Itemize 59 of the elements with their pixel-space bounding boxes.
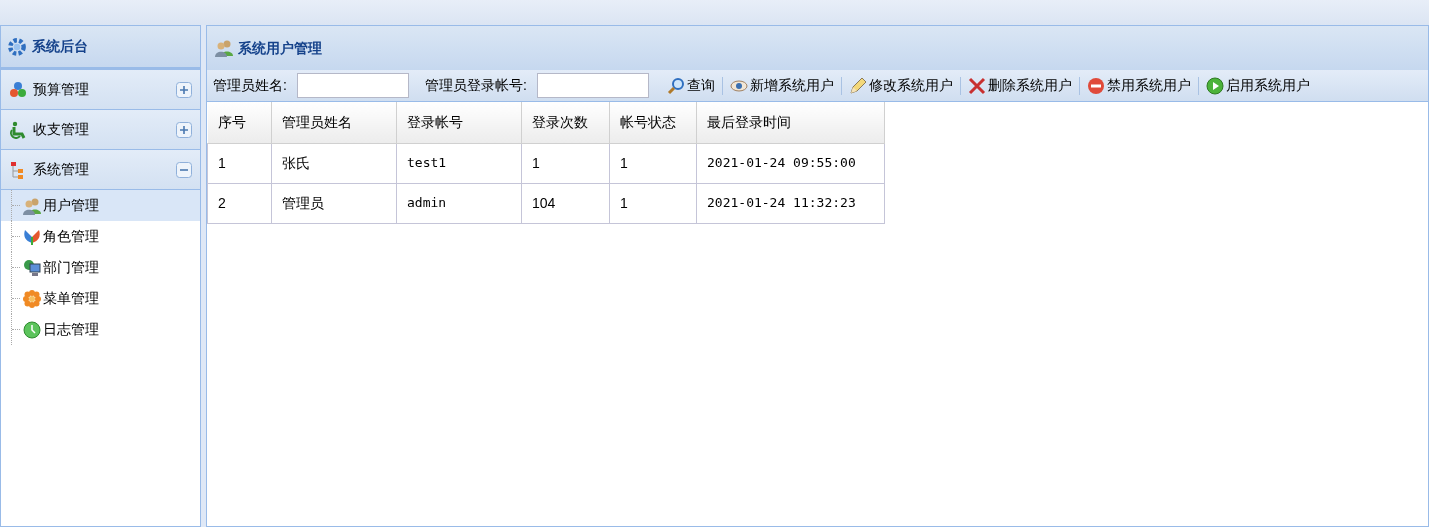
expand-icon[interactable] (176, 121, 192, 138)
close-icon (967, 76, 986, 95)
butterfly-icon (23, 227, 41, 246)
computer-icon (23, 258, 41, 277)
toolbar-button[interactable]: 新增系统用户 (727, 75, 836, 96)
table-cell: 1 (609, 183, 697, 223)
blocks-icon (9, 80, 27, 99)
minus-circle-icon (1086, 76, 1105, 95)
tree-item-label: 部门管理 (43, 258, 99, 277)
group-label: 预算管理 (33, 80, 90, 99)
table-cell: 2 (207, 183, 272, 223)
search-icon (666, 76, 685, 95)
column-header[interactable]: 登录次数 (521, 102, 610, 143)
toolbar-button[interactable]: 查询 (664, 75, 717, 96)
users-icon (215, 39, 233, 57)
collapse-icon[interactable] (176, 161, 192, 178)
toolbar-button[interactable]: 删除系统用户 (965, 75, 1074, 96)
text-field[interactable] (536, 73, 649, 98)
table-cell: 1 (521, 143, 610, 183)
wheelchair-icon (9, 120, 27, 139)
play-circle-icon (1205, 76, 1224, 95)
panel-title: 系统用户管理 (238, 38, 322, 58)
table-cell: test1 (396, 143, 522, 183)
pencil-icon (848, 76, 867, 95)
filter-label: 管理员姓名: (213, 76, 287, 95)
expand-icon[interactable] (176, 81, 192, 98)
tree-item[interactable]: 用户管理 (1, 190, 200, 221)
flower-icon (23, 289, 41, 308)
column-header[interactable]: 管理员姓名 (271, 102, 397, 143)
gear-icon (7, 36, 27, 57)
table-cell: 2021-01-24 09:55:00 (696, 143, 885, 183)
table-cell: 1 (609, 143, 697, 183)
table-cell: 104 (521, 183, 610, 223)
tree-item-label: 角色管理 (43, 227, 99, 246)
users-icon (23, 196, 41, 215)
column-header[interactable]: 帐号状态 (609, 102, 697, 143)
toolbar-button[interactable]: 修改系统用户 (846, 75, 955, 96)
filter-label: 管理员登录帐号: (424, 76, 527, 95)
sidebar-title: 系统后台 (32, 37, 88, 56)
accordion-header[interactable]: 预算管理 (1, 70, 200, 110)
group-label: 收支管理 (33, 120, 90, 139)
accordion-header[interactable]: 收支管理 (1, 110, 200, 150)
tree-item-label: 日志管理 (43, 320, 99, 339)
toolbar-button[interactable]: 禁用系统用户 (1084, 75, 1193, 96)
column-header[interactable]: 最后登录时间 (696, 102, 885, 143)
tree-item-label: 菜单管理 (43, 289, 99, 308)
toolbar-button[interactable]: 启用系统用户 (1203, 75, 1312, 96)
table-cell: 2021-01-24 11:32:23 (696, 183, 885, 223)
column-header[interactable]: 序号 (207, 102, 272, 143)
table-cell: 管理员 (271, 183, 397, 223)
group-label: 系统管理 (33, 160, 90, 179)
table-cell: 1 (207, 143, 272, 183)
table-cell: admin (396, 183, 522, 223)
column-header[interactable]: 登录帐号 (396, 102, 522, 143)
accordion-header[interactable]: 系统管理 (1, 150, 200, 190)
tree-item-label: 用户管理 (43, 196, 99, 215)
text-field[interactable] (296, 73, 409, 98)
table-cell: 张氏 (271, 143, 397, 183)
clock-icon (23, 320, 41, 339)
